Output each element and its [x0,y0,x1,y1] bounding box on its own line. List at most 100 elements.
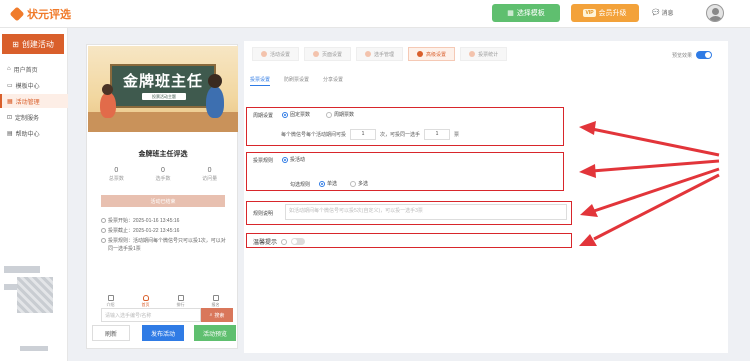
cycle-setting-section: 周期设置 固定票数 周期票数 每个微信号每个活动期间可投 1 次，可投同一选手 … [246,107,564,146]
banner-teacher-figure [206,86,224,118]
sidebar-item-custom-service[interactable]: ⊡ 定制服务 [0,110,68,124]
sidebar-item-label: 帮助中心 [15,131,40,138]
radio-fixed-votes[interactable]: 固定票数 [282,111,310,118]
arrow-to-tip [593,173,720,241]
radio-label: 固定票数 [290,112,311,118]
tab-ranking[interactable]: 排行 [177,295,185,317]
step-advanced-settings[interactable]: 高级设置 [408,47,456,61]
vip-badge: VIP [583,9,596,17]
subtab-vote-settings[interactable]: 投票设置 [250,76,271,86]
banner-teacher-head [208,74,222,88]
radio-label: 周期票数 [334,112,355,118]
user-avatar[interactable] [706,4,724,22]
blurred-info [20,346,48,351]
radio-dot [282,111,288,118]
tip-label: 温馨提示 [253,240,278,246]
sidebar-item-templates[interactable]: ▭ 模板中心 [0,78,68,92]
radio-dot [326,111,332,118]
banner-title: 金牌班主任 [122,73,203,90]
step-vote-statistics[interactable]: 投票统计 [460,47,508,61]
tab-signup[interactable]: 报名 [212,295,220,317]
blurred-info [4,266,40,273]
sidebar-item-label: 用户首页 [13,67,38,74]
tip-toggle[interactable] [291,238,306,245]
rule-description-label: 规则说明 [253,211,274,217]
logo-icon [9,6,25,22]
step-candidate-management[interactable]: 选手管理 [356,47,404,61]
activity-preview-button[interactable]: 活动预览 [194,325,236,341]
radio-label: 单选 [327,181,338,187]
choose-template-label: 选择模板 [516,10,545,17]
radio-dot [350,180,356,187]
folder-icon: ▭ [7,82,13,89]
radio-multiple-choice[interactable]: 多选 [350,180,368,187]
activity-info-panel: 金牌班主任评选 0 总票数 0 选手数 0 访问量 活动已结束 投票开始：2025-0… [93,137,233,322]
cycle-setting-label: 周期设置 [253,113,274,119]
radio-dot [282,156,288,163]
info-text: 投票规则：活动期间每个微信号只可以投1次，可以对同一选手投1票 [108,238,226,252]
vip-upgrade-label: 会员升级 [598,10,627,17]
step-activity-settings[interactable]: 活动设置 [252,47,300,61]
radio-vote-activity[interactable]: 投活动 [282,156,305,163]
sidebar-item-label: 定制服务 [15,115,40,122]
banner-subtitle: 投票活动主题 [142,93,186,100]
radio-label: 多选 [358,181,369,187]
votes-per-candidate-input[interactable]: 1 [424,129,451,140]
info-text: 投票截止：2025-01-22 13:45:16 [108,228,180,234]
choose-template-button[interactable]: ▦ 选择模板 [492,4,560,22]
page-icon [313,51,320,57]
tab-intro[interactable]: 介绍 [107,295,115,317]
banner-blackboard: 金牌班主任 投票活动主题 [110,64,216,108]
book-icon: ▤ [7,130,13,137]
tab-label: 介绍 [106,302,115,307]
publish-activity-button[interactable]: 发布活动 [142,325,184,341]
step-label: 投票统计 [478,51,499,58]
live-preview-switch[interactable] [696,51,713,59]
settings-panel: 活动设置 页面设置 选手管理 高级设置 投票统计 预览效果 投票设置 防刷票设置… [244,41,728,353]
radio-cycle-votes[interactable]: 周期票数 [326,111,354,118]
subtab-share-settings[interactable]: 分享设置 [323,76,343,86]
arrow-head [579,234,597,246]
stat-visits: 0 访问量 [202,167,217,182]
clock-icon [101,228,106,233]
refresh-button[interactable]: 刷新 [92,325,130,341]
arrow-to-description [593,167,720,213]
intro-icon [107,295,114,301]
sidebar-item-help-center[interactable]: ▤ 帮助中心 [0,126,68,140]
radio-single-choice[interactable]: 单选 [319,180,337,187]
sub-tabs: 投票设置 防刷票设置 分享设置 [250,76,343,86]
step-tabs: 活动设置 页面设置 选手管理 高级设置 投票统计 [252,47,508,61]
tip-row: 温馨提示 [253,237,306,246]
tab-home[interactable]: 首页 [142,295,150,317]
step-page-settings[interactable]: 页面设置 [304,47,352,61]
info-end-time: 投票截止：2025-01-22 13:45:16 [101,227,229,235]
rule-description-textarea[interactable]: 如活动期间每个微信号可以投5次(自定义)，可以投一选手3票 [285,204,567,220]
votes-per-user-input[interactable]: 1 [350,129,377,140]
radio-label: 投活动 [290,157,306,163]
sidebar-item-activity-management[interactable]: ▦ 活动管理 [0,94,68,108]
qr-code [17,277,53,313]
stats-row: 0 总票数 0 选手数 0 访问量 [93,167,233,182]
step-label: 高级设置 [426,51,447,58]
top-bar: 状元评选 ▦ 选择模板 VIP 会员升级 💬 消息 [0,0,750,28]
rule-description-section: 规则说明 如活动期间每个微信号可以投5次(自定义)，可以投一选手3票 [246,201,572,225]
subtab-anti-fraud[interactable]: 防刷票设置 [284,76,309,86]
info-rules: 投票规则：活动期间每个微信号只可以投1次，可以对同一选手投1票 [101,237,229,253]
help-icon[interactable] [281,238,288,245]
tab-label: 排行 [176,302,185,307]
home-icon: ⌂ [7,66,11,72]
messages-link[interactable]: 💬 消息 [652,8,674,17]
info-icon [101,238,106,243]
create-activity-button[interactable]: ⊞ 创建活动 [2,34,64,54]
sidebar-item-home[interactable]: ⌂ 用户首页 [0,62,68,76]
sidebar-item-label: 活动管理 [15,99,40,106]
arrow-head [579,164,596,178]
vip-upgrade-button[interactable]: VIP 会员升级 [571,4,639,22]
messages-label: 消息 [661,11,674,17]
stat-value: 0 [114,167,119,174]
activity-status-button[interactable]: 活动已结束 [101,195,225,207]
create-icon: ⊞ [12,39,19,49]
banner-child-figure [100,92,116,118]
logo[interactable]: 状元评选 [9,6,71,22]
tab-label: 报名 [211,302,220,307]
